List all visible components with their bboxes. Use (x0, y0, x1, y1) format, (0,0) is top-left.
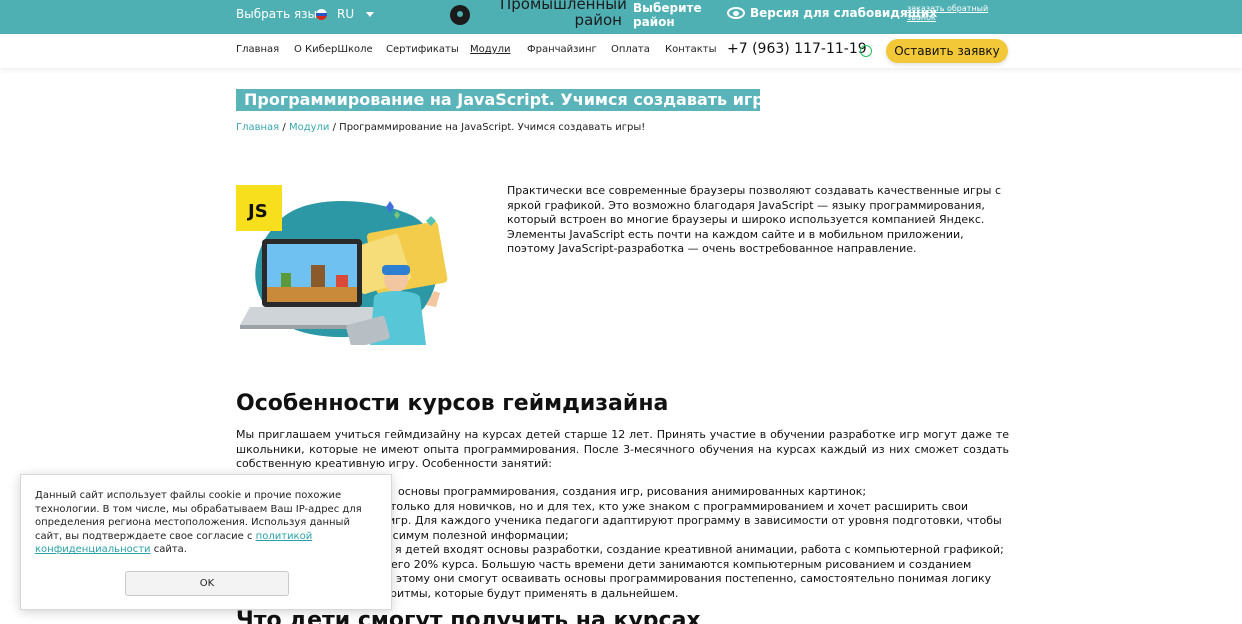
nav-certificates[interactable]: Сертификаты (386, 44, 459, 55)
features-intro-paragraph: Мы приглашаем учиться геймдизайну на кур… (236, 428, 1009, 470)
top-bar: Выбрать язык RU Промышленный район Выбер… (0, 0, 1242, 34)
features-heading: Особенности курсов геймдизайна (236, 391, 669, 416)
breadcrumb: Главная / Модули / Программирование на J… (236, 122, 645, 133)
russia-flag-icon[interactable] (316, 9, 327, 20)
nav-franchise[interactable]: Франчайзинг (527, 44, 597, 55)
callback-request-link[interactable]: заказать обратный звонок (907, 4, 1007, 22)
district-name[interactable]: Промышленный район (500, 0, 627, 28)
nav-modules[interactable]: Модули (470, 44, 510, 55)
cookie-consent-popup: Данный сайт использует файлы cookie и пр… (20, 474, 392, 610)
leave-request-button[interactable]: Оставить заявку (886, 39, 1008, 63)
main-navigation: Главная О КиберШколе Сертификаты Модули … (0, 34, 1242, 68)
cookie-ok-button[interactable]: OK (125, 571, 289, 596)
nav-about[interactable]: О КиберШколе (294, 44, 373, 55)
course-illustration: JS (236, 185, 451, 349)
eye-icon[interactable] (727, 7, 745, 19)
phone-number[interactable]: +7 (963) 117-11-19 (727, 41, 867, 57)
nav-home[interactable]: Главная (236, 44, 279, 55)
javascript-logo: JS (236, 185, 282, 231)
page-title: Программирование на JavaScript. Учимся с… (236, 89, 786, 111)
benefits-heading: Что дети смогут получить на курсах (236, 608, 701, 624)
breadcrumb-current: Программирование на JavaScript. Учимся с… (339, 122, 646, 133)
choose-district-link[interactable]: Выберите район (633, 1, 703, 29)
javascript-logo-text: JS (248, 201, 268, 222)
cookie-text-main: Данный сайт использует файлы cookie и пр… (35, 490, 362, 542)
language-selector-label[interactable]: Выбрать язык (236, 7, 324, 21)
breadcrumb-home[interactable]: Главная (236, 122, 279, 133)
cookie-text-end: сайта. (150, 544, 187, 555)
nav-contacts[interactable]: Контакты (665, 44, 716, 55)
intro-paragraph: Практически все современные браузеры поз… (507, 184, 1002, 255)
chevron-down-icon[interactable] (366, 12, 374, 17)
language-code[interactable]: RU (337, 7, 354, 21)
nav-payment[interactable]: Оплата (611, 44, 650, 55)
whatsapp-icon[interactable] (860, 45, 872, 57)
cookie-consent-text: Данный сайт использует файлы cookie и пр… (35, 489, 380, 557)
breadcrumb-modules[interactable]: Модули (289, 122, 329, 133)
map-pin-icon[interactable] (450, 5, 470, 25)
